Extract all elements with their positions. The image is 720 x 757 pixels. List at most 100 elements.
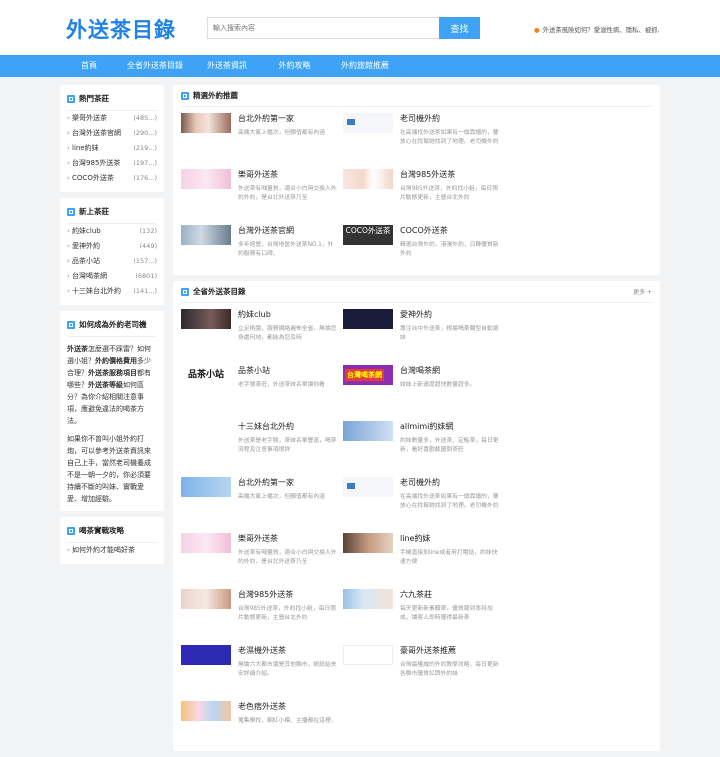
how-to-title: 如何成為外約老司機 <box>67 311 157 337</box>
shop-card[interactable]: 愛神外約 專注台中外送茶，根據喝茶類型自動選妹 <box>343 303 505 359</box>
new-shops-title: 新上茶莊 <box>67 198 157 224</box>
list-item[interactable]: 樂哥外送茶(485...) <box>67 111 157 126</box>
catalog-panel: 全省外送茶目錄 更多 + 約妹club 立足桃園，服務網絡遍佈全省，無論您身處何地，… <box>173 281 660 751</box>
shop-thumbnail[interactable]: 台灣喝茶網 <box>343 365 393 385</box>
shop-card[interactable]: 台灣喝茶網 台灣喝茶網 妹妹上新速度超快數量超多。 <box>343 359 505 415</box>
shop-card[interactable]: 十三妹台北外約 外送茶是老字號，茶妹名單豐富，喝茶流程及注意事項很詳 <box>181 415 343 471</box>
list-item[interactable]: 十三妹台北外約(141...) <box>67 284 157 299</box>
shop-title[interactable]: 樂哥外送茶 <box>238 169 338 181</box>
shop-card[interactable]: line約妹 手機直接加line或者用打電話，約妹快速方便 <box>343 527 505 583</box>
shop-thumbnail[interactable] <box>343 169 393 189</box>
site-logo[interactable]: 外送茶目錄 <box>66 14 176 44</box>
list-item[interactable]: 台灣外送茶官網(290...) <box>67 126 157 141</box>
keyword-link[interactable]: 外送茶 <box>67 345 88 353</box>
shop-title[interactable]: 豪哥外送茶推薦 <box>400 645 500 657</box>
shop-thumbnail[interactable] <box>181 645 231 665</box>
hot-news-link[interactable]: ● 外送茶風險如何？愛滋性病、隱私、被抓... <box>534 25 659 34</box>
list-item[interactable]: 品茶小站(157...) <box>67 254 157 269</box>
search-input[interactable] <box>207 17 439 39</box>
shop-thumbnail[interactable] <box>181 113 231 133</box>
shop-title[interactable]: line約妹 <box>400 533 500 545</box>
shop-title[interactable]: 台北外約第一家 <box>238 477 338 489</box>
shop-card[interactable]: 豪哥外送茶推薦 台灣最權威的外約教學攻略，每日更新各縣市優質紅牌外約妹 <box>343 639 505 695</box>
nav-hotels[interactable]: 外約旅館推薦 <box>326 55 404 77</box>
list-item[interactable]: COCO外送茶(176...) <box>67 171 157 186</box>
list-item[interactable]: 愛神外約(449) <box>67 239 157 254</box>
shop-title[interactable]: 老濕機外送茶 <box>238 645 338 657</box>
shop-card[interactable]: 台北外約第一家 高端大氣上檔次，但顏值都有內涵 <box>181 471 343 527</box>
search-button[interactable]: 查找 <box>439 17 480 39</box>
hot-news-text: 外送茶風險如何？愛滋性病、隱私、被抓... <box>542 26 659 34</box>
shop-card[interactable]: 老色痞外送茶 蒐集樂找，網紅小模、主播都在這裡， <box>181 695 343 751</box>
shop-card[interactable]: COCO外送茶 COCO外送茶 精選台灣外約，港澳外約，日韓優質新外約 <box>343 219 505 275</box>
shop-title[interactable]: COCO外送茶 <box>400 225 500 237</box>
shop-thumbnail[interactable]: COCO外送茶 <box>343 225 393 245</box>
shop-thumbnail[interactable] <box>181 225 231 245</box>
shop-thumbnail[interactable] <box>181 169 231 189</box>
shop-card[interactable]: 老司機外約在高端找外送茶如果有一個靠譜的，要放心在找幫她找到了地理。老司機外約茶 <box>343 107 505 163</box>
keyword-link[interactable]: 外約價格費用 <box>95 357 137 365</box>
shop-card[interactable]: 品茶小站 品茶小站 老字號茶莊，外送茶妹名單讓你看 <box>181 359 343 415</box>
nav-news[interactable]: 外送茶資訊 <box>191 55 263 77</box>
shop-thumbnail[interactable] <box>181 421 231 441</box>
shop-card[interactable]: 老司機外約在高端找外送茶如果有一個靠譜的，要放心在找幫她找到了地理。老司機外約茶 <box>343 471 505 527</box>
shop-title[interactable]: 台灣985外送茶 <box>238 589 338 601</box>
shop-card[interactable]: 樂哥外送茶 外送茶有噸量質，適合小白與交換人外約外約，是台北外送茶乃至 <box>181 163 343 219</box>
thumb-logo-text: COCO外送茶 <box>345 226 391 235</box>
shop-card[interactable]: 約妹club 立足桃園，服務網絡遍佈全省，無論您身處何地，都能為您及時 <box>181 303 343 359</box>
shop-thumbnail[interactable] <box>343 589 393 609</box>
list-item[interactable]: 約妹club(132) <box>67 224 157 239</box>
how-to-box: 如何成為外約老司機 外送茶怎麼選不踩雷？如何選小姐？外約價格費用多少合理？外送茶… <box>60 311 164 511</box>
shop-title[interactable]: 老色痞外送茶 <box>238 701 338 713</box>
shop-thumbnail[interactable] <box>181 309 231 329</box>
shop-card[interactable]: 台灣外送茶官網 多年經營，台灣地區外送茶NO.1，外約服務有口碑。 <box>181 219 343 275</box>
shop-title[interactable]: 樂哥外送茶 <box>238 533 338 545</box>
list-item[interactable]: 如何外約才能喝好茶 <box>67 543 157 558</box>
shop-thumbnail[interactable] <box>343 421 393 441</box>
content: 精選外約推薦 台北外約第一家 高端大氣上檔次，但顏值都有內涵 老司機外約 在高端找外… <box>173 85 660 757</box>
shop-thumbnail[interactable] <box>343 533 393 553</box>
shop-card[interactable]: 老濕機外送茶 無論六大都市還是其他縣市，統統給夫安詳細介紹。 <box>181 639 343 695</box>
nav-catalog[interactable]: 全省外送茶目錄 <box>119 55 191 77</box>
shop-title[interactable]: 六九茶莊 <box>400 589 500 601</box>
nav-guide[interactable]: 外約攻略 <box>263 55 326 77</box>
shop-thumbnail[interactable] <box>343 309 393 329</box>
section-icon <box>181 287 189 296</box>
shop-thumbnail[interactable] <box>343 113 393 133</box>
more-link[interactable]: 更多 + <box>633 287 652 296</box>
shop-title[interactable]: 台灣985外送茶 <box>400 169 500 181</box>
shop-card[interactable]: allmimi約妹網 約妹數量多，外送茶、定點茶，每日更新，看好喜歡截圖問茶莊 <box>343 415 505 471</box>
list-item[interactable]: 台灣喝茶網(6801) <box>67 269 157 284</box>
shop-title[interactable]: 台灣喝茶網 <box>400 365 500 377</box>
shop-thumbnail[interactable] <box>181 701 231 721</box>
shop-card[interactable]: 台北外約第一家 高端大氣上檔次，但顏值都有內涵 <box>181 107 343 163</box>
shop-thumbnail[interactable] <box>181 477 231 497</box>
keyword-link[interactable]: 外送茶服務項目 <box>88 369 137 377</box>
shop-title[interactable]: 台灣外送茶官網 <box>238 225 338 237</box>
shop-title[interactable]: 愛神外約 <box>400 309 500 321</box>
shop-title[interactable]: 約妹club <box>238 309 338 321</box>
nav-home[interactable]: 首頁 <box>59 55 119 77</box>
shop-title[interactable]: 十三妹台北外約 <box>238 421 338 433</box>
shop-card[interactable]: 樂哥外送茶 外送茶有噸量質，適合小白與交換人外約外約，是台北外送茶乃至 <box>181 527 343 583</box>
shop-thumbnail[interactable] <box>343 477 393 497</box>
shop-card[interactable]: 台灣985外送茶 台灣985外送茶，外約找小姐，每日照片動態更新，主營台北外約 <box>343 163 505 219</box>
shop-thumbnail[interactable] <box>181 589 231 609</box>
shop-thumbnail[interactable] <box>343 645 393 665</box>
shop-title[interactable]: 老司機外約 <box>400 113 500 125</box>
header: 外送茶目錄 查找 ●外送茶風險如何？愛滋性病、隱私、被抓... <box>0 0 720 55</box>
shop-title[interactable]: 老司機外約 <box>400 477 500 489</box>
shop-desc: 台灣最權威的外約教學攻略，每日更新各縣市優質紅牌外約妹 <box>400 662 499 677</box>
shop-title[interactable]: allmimi約妹網 <box>400 421 500 433</box>
shop-title[interactable]: 台北外約第一家 <box>238 113 338 125</box>
shop-card[interactable]: 台灣985外送茶 台灣985外送茶，外約找小姐，每日照片動態更新，主營台北外約 <box>181 583 343 639</box>
shop-desc: 台灣985外送茶，外約找小姐，每日照片動態更新，主營台北外約 <box>238 606 337 621</box>
keyword-link[interactable]: 外送茶等級 <box>88 381 123 389</box>
list-item[interactable]: line約妹(219...) <box>67 141 157 156</box>
featured-panel: 精選外約推薦 台北外約第一家 高端大氣上檔次，但顏值都有內涵 老司機外約 在高端找外… <box>173 85 660 275</box>
list-item[interactable]: 台灣985外送茶(197...) <box>67 156 157 171</box>
shop-thumbnail[interactable]: 品茶小站 <box>181 365 231 385</box>
shop-card[interactable]: 六九茶莊 每天更新新素顏茶，優質報到率持加成，讓客人即時獲得最新茶 <box>343 583 505 639</box>
shop-thumbnail[interactable] <box>181 533 231 553</box>
shop-title[interactable]: 品茶小站 <box>238 365 338 377</box>
